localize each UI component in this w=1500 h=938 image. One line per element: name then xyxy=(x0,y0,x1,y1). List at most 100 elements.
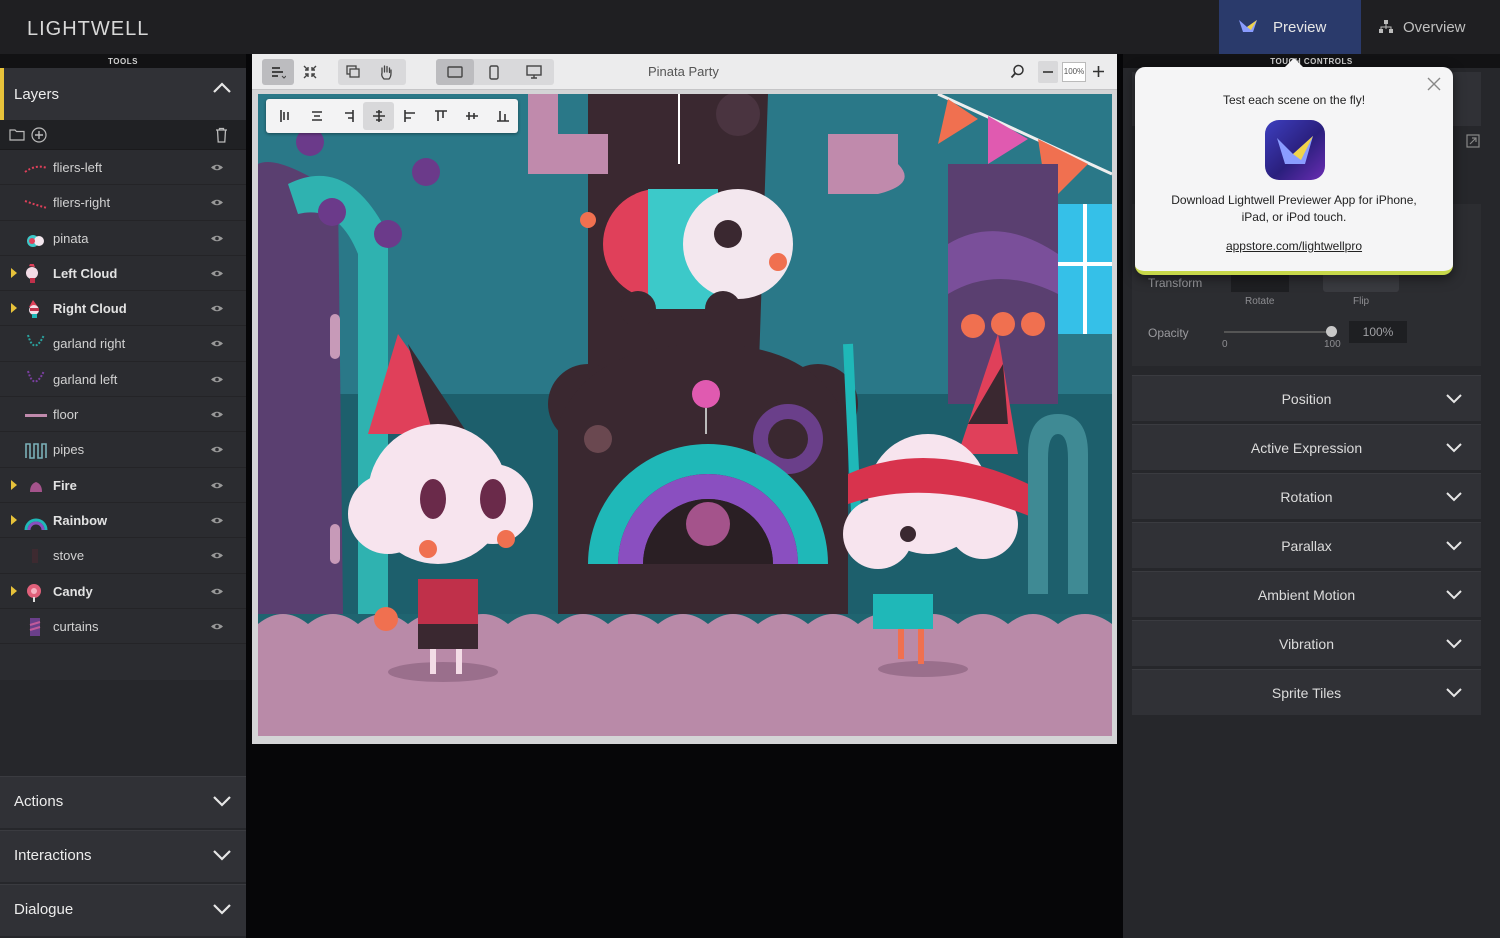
align-top-button[interactable] xyxy=(425,102,456,130)
search-icon[interactable] xyxy=(1010,64,1025,79)
align-bottom-button[interactable] xyxy=(487,102,518,130)
fit-button[interactable] xyxy=(294,59,326,85)
align-left-button[interactable] xyxy=(394,102,425,130)
position-section[interactable]: Position xyxy=(1132,375,1481,421)
actions-section[interactable]: Actions xyxy=(0,776,246,828)
add-layer-icon[interactable] xyxy=(31,127,47,143)
layer-name: Right Cloud xyxy=(53,301,127,317)
overview-tab[interactable]: Overview xyxy=(1361,0,1500,54)
opacity-slider-knob[interactable] xyxy=(1326,326,1337,337)
layer-thumbnail xyxy=(29,300,39,319)
preview-tab[interactable]: Preview xyxy=(1219,0,1361,54)
layer-row-fliers-left[interactable]: fliers-left xyxy=(0,150,246,186)
layer-toolbar xyxy=(0,120,246,150)
eye-icon[interactable] xyxy=(210,481,224,490)
eye-icon[interactable] xyxy=(210,304,224,313)
interactions-section[interactable]: Interactions xyxy=(0,830,246,882)
eye-icon[interactable] xyxy=(210,622,224,631)
eye-icon[interactable] xyxy=(210,445,224,454)
align-menu-button[interactable] xyxy=(262,59,294,85)
eye-icon[interactable] xyxy=(210,551,224,560)
layer-row-curtains[interactable]: curtains xyxy=(0,609,246,645)
chevron-up-icon[interactable] xyxy=(212,82,232,94)
chevron-down-icon xyxy=(1446,492,1462,502)
collapse-panel-icon[interactable] xyxy=(1466,134,1480,148)
expand-triangle-icon[interactable] xyxy=(11,303,17,314)
expand-triangle-icon[interactable] xyxy=(11,514,17,525)
align-middle-button[interactable] xyxy=(363,102,394,130)
expand-triangle-icon[interactable] xyxy=(11,479,17,490)
expand-triangle-icon[interactable] xyxy=(11,267,17,278)
layer-row-rainbow[interactable]: Rainbow xyxy=(0,503,246,539)
layer-name: garland left xyxy=(53,371,118,387)
layer-row-left-cloud[interactable]: Left Cloud xyxy=(0,256,246,292)
tablet-view-button[interactable] xyxy=(436,59,474,85)
chevron-down-icon xyxy=(213,796,231,807)
top-bar: LIGHTWELL Preview Overview xyxy=(0,0,1500,54)
align-center-h-button[interactable] xyxy=(301,102,332,130)
tools-label: TOOLS xyxy=(0,54,246,68)
close-icon[interactable] xyxy=(1427,77,1441,91)
left-panel: TOOLS Layers fliers-left fliers-right pi… xyxy=(0,54,246,938)
vibration-section[interactable]: Vibration xyxy=(1132,620,1481,666)
align-left-edges-button[interactable] xyxy=(270,102,301,130)
align-icon xyxy=(434,110,447,121)
opacity-value-field[interactable]: 100% xyxy=(1349,321,1407,343)
scene-canvas[interactable] xyxy=(258,94,1112,736)
trash-icon[interactable] xyxy=(215,127,228,143)
eye-icon[interactable] xyxy=(210,339,224,348)
pan-button[interactable] xyxy=(370,59,402,85)
hand-icon xyxy=(381,65,392,80)
align-right-button[interactable] xyxy=(332,102,363,130)
layer-row-garland-left[interactable]: garland left xyxy=(0,362,246,398)
layer-name: Left Cloud xyxy=(53,265,118,281)
zoom-level[interactable]: 100% xyxy=(1062,62,1086,82)
eye-icon[interactable] xyxy=(210,516,224,525)
zoom-out-button[interactable] xyxy=(1038,61,1058,83)
layer-order-group xyxy=(338,59,406,85)
layer-row-fire[interactable]: Fire xyxy=(0,468,246,503)
appstore-link[interactable]: appstore.com/lightwellpro xyxy=(1135,239,1453,253)
eye-icon[interactable] xyxy=(210,375,224,384)
active-expression-section[interactable]: Active Expression xyxy=(1132,424,1481,470)
layer-row-pipes[interactable]: pipes xyxy=(0,432,246,468)
chevron-down-icon xyxy=(1446,394,1462,404)
duplicate-button[interactable] xyxy=(338,59,370,85)
rotate-field[interactable] xyxy=(1231,272,1289,292)
eye-icon[interactable] xyxy=(210,234,224,243)
layer-row-right-cloud[interactable]: Right Cloud xyxy=(0,291,246,327)
layer-row-garland-right[interactable]: garland right xyxy=(0,326,246,362)
layer-thumbnail xyxy=(24,518,48,531)
folder-icon[interactable] xyxy=(9,128,25,141)
eye-icon[interactable] xyxy=(210,410,224,419)
layer-row-candy[interactable]: Candy xyxy=(0,574,246,609)
layer-row-pinata[interactable]: pinata xyxy=(0,221,246,256)
chevron-down-icon xyxy=(1446,688,1462,698)
eye-icon[interactable] xyxy=(210,269,224,278)
layers-header[interactable]: Layers xyxy=(0,68,246,120)
eye-icon[interactable] xyxy=(210,587,224,596)
layer-row-fliers-right[interactable]: fliers-right xyxy=(0,185,246,221)
section-label: Dialogue xyxy=(14,901,74,918)
expand-triangle-icon[interactable] xyxy=(11,585,17,596)
plus-icon[interactable] xyxy=(1092,65,1105,78)
dialogue-section[interactable]: Dialogue xyxy=(0,884,246,936)
section-label: Interactions xyxy=(14,847,92,864)
layer-row-stove[interactable]: stove xyxy=(0,538,246,574)
opacity-slider-track[interactable] xyxy=(1224,331,1336,333)
ambient-motion-section[interactable]: Ambient Motion xyxy=(1132,571,1481,617)
sprite-tiles-section[interactable]: Sprite Tiles xyxy=(1132,669,1481,715)
section-label: Parallax xyxy=(1281,538,1332,554)
section-label: Ambient Motion xyxy=(1257,587,1356,603)
parallax-section[interactable]: Parallax xyxy=(1132,522,1481,568)
phone-view-button[interactable] xyxy=(474,59,514,85)
eye-icon[interactable] xyxy=(210,198,224,207)
desktop-view-button[interactable] xyxy=(514,59,554,85)
layer-row-floor[interactable]: floor xyxy=(0,397,246,433)
flip-buttons[interactable] xyxy=(1323,272,1399,292)
eye-icon[interactable] xyxy=(210,163,224,172)
layer-thumbnail xyxy=(32,549,38,564)
align-icon xyxy=(272,67,286,79)
rotation-section[interactable]: Rotation xyxy=(1132,473,1481,519)
align-center-v-button[interactable] xyxy=(456,102,487,130)
